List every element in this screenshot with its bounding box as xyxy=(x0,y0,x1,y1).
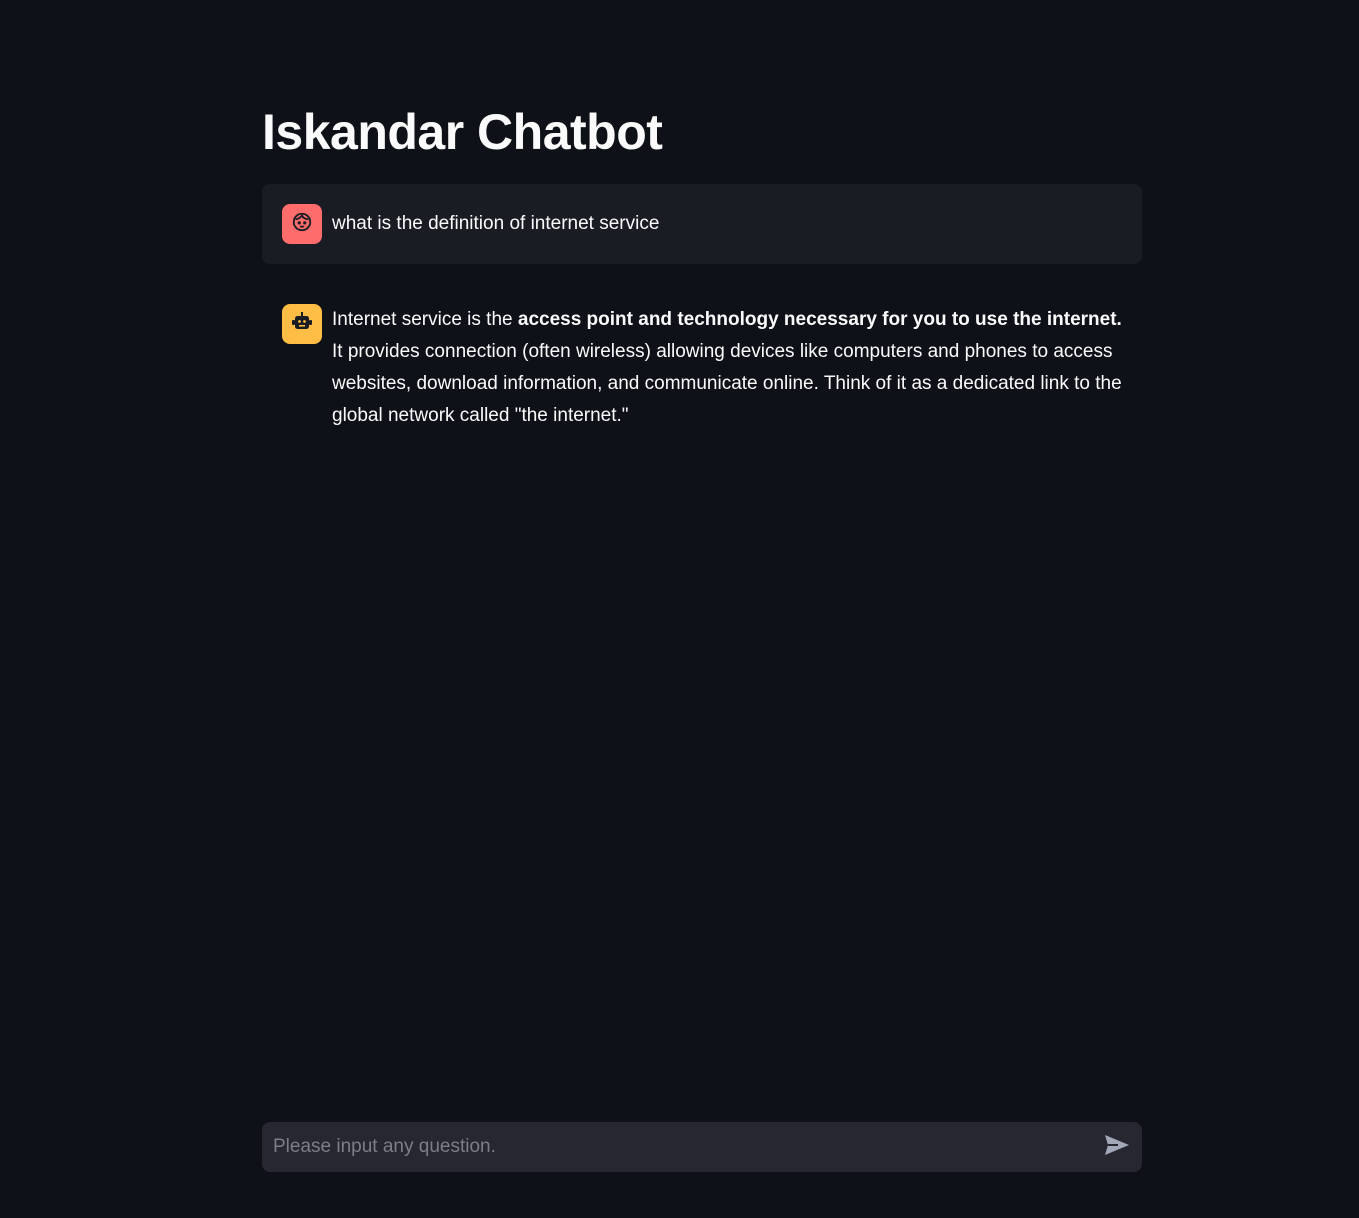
chat-input-container xyxy=(262,1122,1142,1172)
assistant-avatar xyxy=(282,304,322,344)
user-avatar xyxy=(282,204,322,244)
chat-message-assistant: Internet service is the access point and… xyxy=(262,284,1142,452)
send-button[interactable] xyxy=(1092,1122,1142,1172)
app-root: Iskandar Chatbot what is the definition … xyxy=(0,0,1359,1218)
assistant-text-bold: access point and technology necessary fo… xyxy=(517,309,1122,330)
user-face-icon xyxy=(291,211,313,238)
chat-input-field[interactable] xyxy=(262,1122,1092,1172)
assistant-text-rest: It provides connection (often wireless) … xyxy=(332,341,1122,426)
assistant-text-intro: Internet service is the xyxy=(332,309,518,330)
robot-icon xyxy=(290,310,314,339)
user-message-text: what is the definition of internet servi… xyxy=(332,213,660,234)
assistant-message-text: Internet service is the access point and… xyxy=(332,304,1122,432)
chat-message-user: what is the definition of internet servi… xyxy=(262,184,1142,264)
send-icon xyxy=(1104,1134,1130,1161)
page-title: Iskandar Chatbot xyxy=(262,104,663,160)
